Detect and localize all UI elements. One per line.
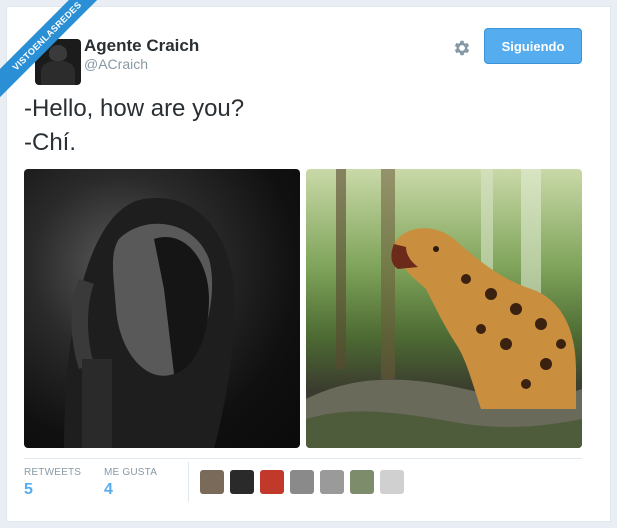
retweets-label: RETWEETS	[24, 467, 82, 478]
likes-label: ME GUSTA	[104, 467, 158, 478]
liker-avatar[interactable]	[260, 470, 284, 494]
liker-avatar[interactable]	[230, 470, 254, 494]
jaguar-illustration	[306, 169, 582, 448]
liker-avatar[interactable]	[200, 470, 224, 494]
liker-avatar[interactable]	[320, 470, 344, 494]
watermark-text: VISTOENLASREDES	[0, 0, 115, 104]
photo-jaguar[interactable]	[306, 169, 582, 448]
liker-avatar[interactable]	[290, 470, 314, 494]
tweet-line-2: -Chí.	[24, 129, 77, 156]
liker-avatars	[200, 470, 404, 494]
liker-avatar[interactable]	[380, 470, 404, 494]
retweets-count[interactable]: 5	[24, 481, 33, 499]
woman-phone-illustration	[64, 197, 235, 448]
likes-count[interactable]: 4	[104, 481, 113, 499]
gear-icon[interactable]	[452, 38, 472, 58]
liker-avatar[interactable]	[350, 470, 374, 494]
photo-woman-phone[interactable]	[24, 169, 300, 448]
watermark-ribbon: VISTOENLASREDES	[0, 0, 120, 120]
following-button[interactable]: Siguiendo	[484, 28, 582, 64]
stats-separator	[188, 462, 189, 502]
stats-divider-top	[24, 458, 582, 459]
